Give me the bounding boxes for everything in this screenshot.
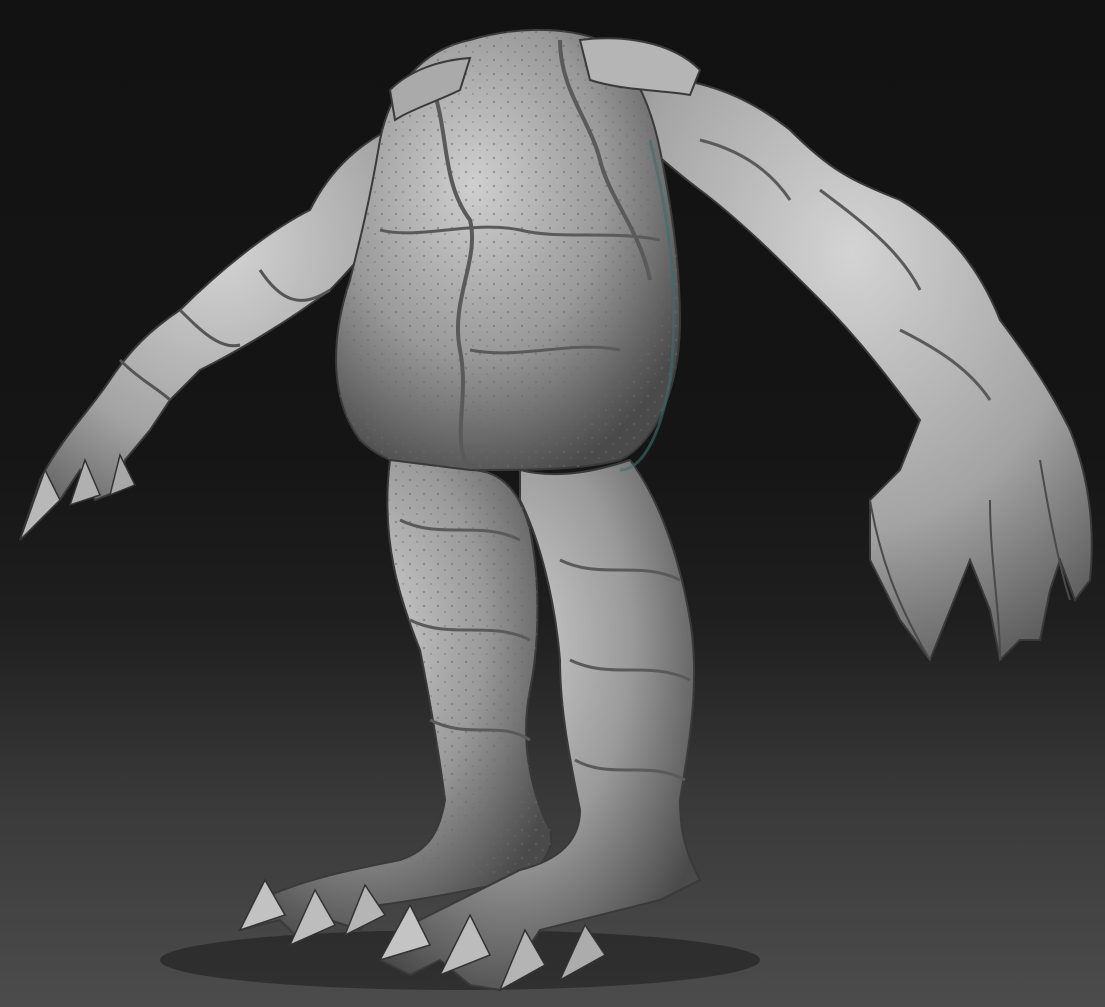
render-viewport	[0, 0, 1105, 1007]
left-leg	[237, 458, 552, 947]
right-arm	[609, 76, 1093, 663]
creature-sculpt-render	[19, 28, 1093, 992]
